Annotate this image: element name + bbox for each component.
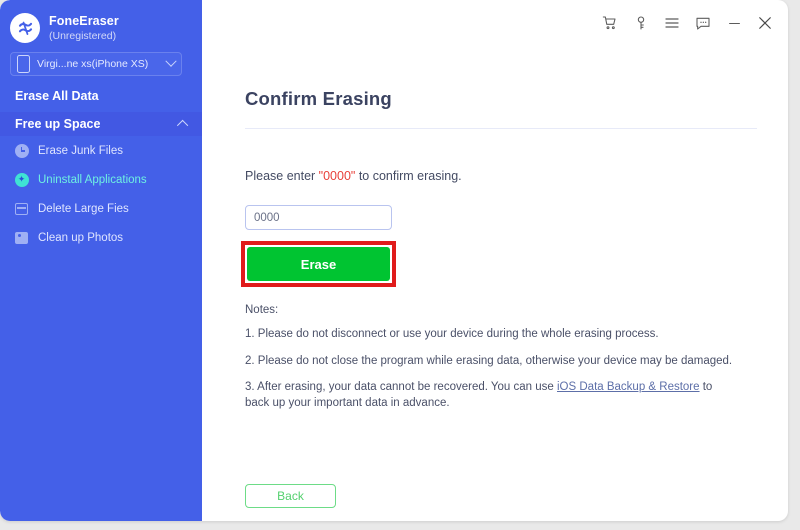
note-item: 2. Please do not close the program while… xyxy=(245,354,733,367)
brand-status: (Unregistered) xyxy=(49,29,117,42)
erase-button-highlight: Erase xyxy=(241,241,396,287)
cart-icon[interactable] xyxy=(601,14,619,32)
ios-data-backup-restore-link[interactable]: iOS Data Backup & Restore xyxy=(557,381,700,393)
note3-prefix: 3. After erasing, your data cannot be re… xyxy=(245,381,557,394)
chevron-down-icon xyxy=(165,55,177,67)
clock-icon xyxy=(14,143,29,158)
prompt-prefix: Please enter xyxy=(245,169,319,183)
sidebar-item-label: Erase Junk Files xyxy=(38,144,124,157)
sidebar-item-erase-junk-files[interactable]: Erase Junk Files xyxy=(0,136,202,165)
confirm-prompt: Please enter "0000" to confirm erasing. xyxy=(245,169,462,183)
menu-icon[interactable] xyxy=(663,14,681,32)
sidebar-item-uninstall-applications[interactable]: ✦ Uninstall Applications xyxy=(0,165,202,194)
key-icon[interactable] xyxy=(632,14,650,32)
sidebar-item-label: Erase All Data xyxy=(15,89,99,103)
sidebar-item-label: Clean up Photos xyxy=(38,231,124,244)
main-content: Confirm Erasing Please enter "0000" to c… xyxy=(202,0,788,521)
brand-name: FoneEraser xyxy=(49,14,119,29)
sidebar-nav-list: Erase Junk Files ✦ Uninstall Application… xyxy=(0,136,202,252)
sidebar-item-clean-up-photos[interactable]: Clean up Photos xyxy=(0,223,202,252)
sidebar-group-free-up-space[interactable]: Free up Space xyxy=(0,112,202,136)
rows-icon xyxy=(14,201,29,216)
back-button[interactable]: Back xyxy=(245,484,336,508)
app-window: FoneEraser (Unregistered) Virgi...ne xs(… xyxy=(0,0,788,521)
phone-icon xyxy=(17,55,30,73)
device-selector[interactable]: Virgi...ne xs(iPhone XS) xyxy=(10,52,182,76)
app-star-icon: ✦ xyxy=(14,172,29,187)
page-title: Confirm Erasing xyxy=(245,88,392,109)
photo-icon xyxy=(14,230,29,245)
note-item: 1. Please do not disconnect or use your … xyxy=(245,328,659,340)
notes-heading: Notes: xyxy=(245,304,279,316)
close-icon[interactable] xyxy=(756,14,774,32)
title-divider xyxy=(245,128,757,129)
minimize-icon[interactable] xyxy=(725,14,743,32)
sidebar-item-label: Delete Large Fies xyxy=(38,202,129,215)
erase-button[interactable]: Erase xyxy=(247,247,390,281)
sidebar-item-delete-large-fies[interactable]: Delete Large Fies xyxy=(0,194,202,223)
sidebar: FoneEraser (Unregistered) Virgi...ne xs(… xyxy=(0,0,202,521)
device-selector-label: Virgi...ne xs(iPhone XS) xyxy=(37,58,149,70)
notes-section: Notes: 1. Please do not disconnect or us… xyxy=(245,304,735,411)
chat-icon[interactable] xyxy=(694,14,712,32)
note-item: 3. After erasing, your data cannot be re… xyxy=(245,380,735,411)
sidebar-item-label: Uninstall Applications xyxy=(38,173,147,186)
brand: FoneEraser (Unregistered) xyxy=(0,0,202,43)
prompt-code: "0000" xyxy=(318,169,356,183)
prompt-suffix: to confirm erasing. xyxy=(355,169,462,183)
fone-eraser-logo-icon xyxy=(10,13,40,43)
sidebar-item-erase-all-data[interactable]: Erase All Data xyxy=(0,85,202,107)
confirm-code-input[interactable] xyxy=(245,205,392,230)
window-controls xyxy=(601,14,774,32)
sidebar-group-label: Free up Space xyxy=(15,117,101,131)
